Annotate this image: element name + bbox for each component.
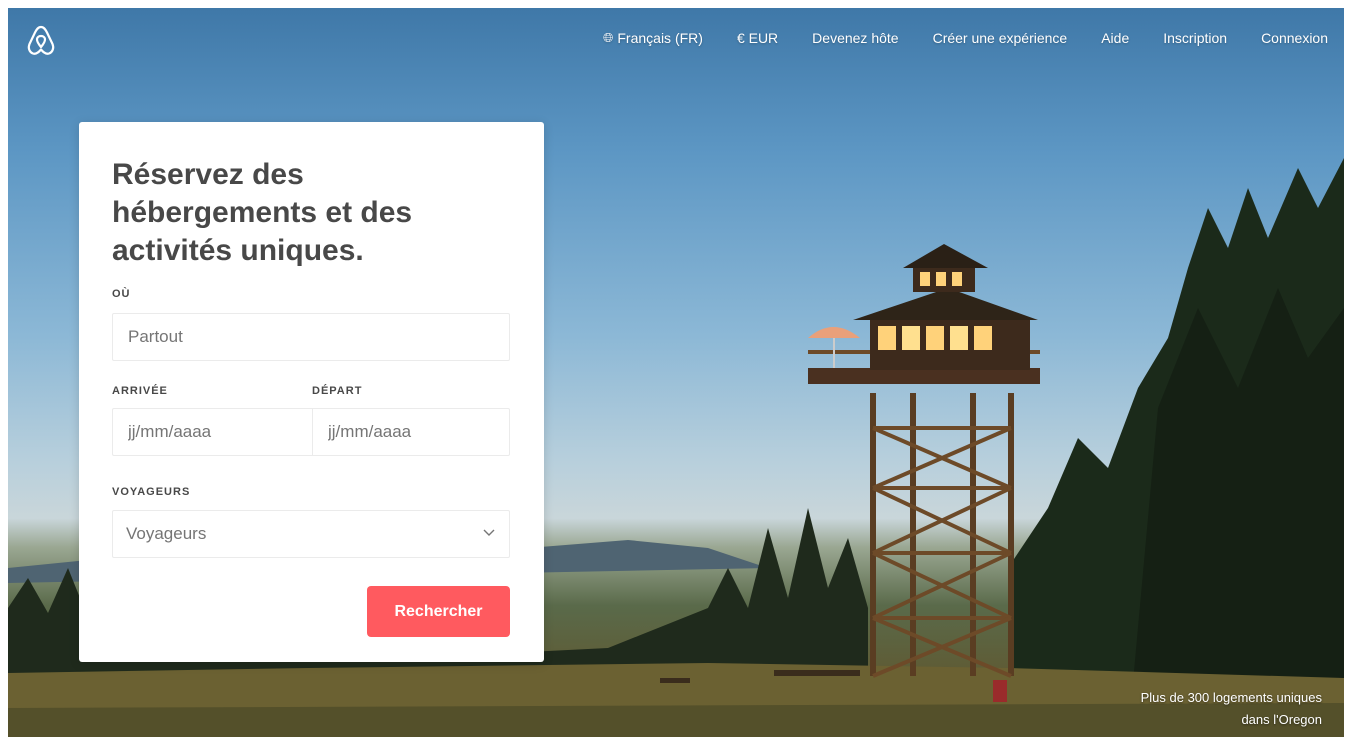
photo-caption: Plus de 300 logements uniques dans l'Ore… xyxy=(1141,687,1322,731)
create-experience-link[interactable]: Créer une expérience xyxy=(916,30,1085,46)
caption-line-2: dans l'Oregon xyxy=(1241,712,1322,727)
checkin-label: ARRIVÉE xyxy=(112,385,168,397)
search-button[interactable]: Rechercher xyxy=(367,586,510,637)
globe-icon: 🌐︎ xyxy=(602,30,614,45)
signup-link[interactable]: Inscription xyxy=(1146,30,1244,46)
language-selector[interactable]: 🌐︎ Français (FR) xyxy=(586,30,720,46)
checkin-field-wrapper xyxy=(112,408,312,456)
help-link[interactable]: Aide xyxy=(1084,30,1146,46)
chevron-down-icon xyxy=(483,529,495,536)
checkout-label: DÉPART xyxy=(312,385,363,397)
where-label: OÙ xyxy=(112,288,131,300)
guests-label: VOYAGEURS xyxy=(112,486,191,498)
checkin-date-input[interactable] xyxy=(126,421,312,443)
guests-select[interactable]: Voyageurs xyxy=(112,510,510,558)
search-card-title: Réservez des hébergements et des activit… xyxy=(112,158,413,267)
become-host-link[interactable]: Devenez hôte xyxy=(795,30,915,46)
language-label: Français (FR) xyxy=(617,30,703,46)
where-input[interactable] xyxy=(126,326,509,348)
search-card: Réservez des hébergements et des activit… xyxy=(79,122,544,662)
where-field-wrapper xyxy=(112,313,510,361)
currency-selector[interactable]: € EUR xyxy=(720,30,795,46)
guests-select-value: Voyageurs xyxy=(126,524,207,543)
caption-line-1: Plus de 300 logements uniques xyxy=(1140,690,1322,705)
top-nav: 🌐︎ Français (FR) € EUR Devenez hôte Crée… xyxy=(586,30,1328,46)
login-link[interactable]: Connexion xyxy=(1244,30,1328,46)
checkout-date-input[interactable] xyxy=(326,421,509,443)
airbnb-logo-icon[interactable] xyxy=(26,24,56,58)
checkout-field-wrapper xyxy=(312,408,510,456)
